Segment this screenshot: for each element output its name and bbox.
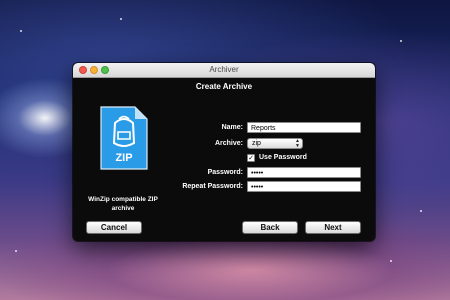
title-bar: Archiver [73,63,375,78]
select-arrows-icon: ▲ ▼ [295,138,300,149]
zip-file-icon: ZIP [100,106,148,170]
name-label: Name: [221,124,243,131]
zip-badge-text: ZIP [115,152,132,164]
archive-type-select[interactable]: zip ▲ ▼ [247,138,303,149]
star [390,260,392,262]
close-window-button[interactable] [79,66,87,74]
star [20,30,22,32]
back-button[interactable]: Back [242,221,298,234]
repeat-password-label: Repeat Password: [182,183,243,190]
next-button[interactable]: Next [305,221,361,234]
zoom-window-button[interactable] [101,66,109,74]
window-title: Archiver [209,65,239,74]
archive-type-value: zip [252,140,261,147]
star [15,250,17,252]
password-field[interactable]: ••••• [247,167,361,178]
minimize-window-button[interactable] [90,66,98,74]
password-label: Password: [207,169,243,176]
cancel-button[interactable]: Cancel [86,221,142,234]
repeat-password-field[interactable]: ••••• [247,181,361,192]
star [420,210,422,212]
star [400,40,402,42]
star [120,18,122,20]
archiver-window: Archiver Create Archive ZIP WinZip compa… [73,63,375,241]
use-password-checkbox[interactable]: ✓ [247,154,255,162]
dialog-header: Create Archive [195,82,253,91]
use-password-label: Use Password [259,154,307,161]
archive-label: Archive: [214,140,243,147]
name-field[interactable]: Reports [247,122,361,133]
archive-type-caption: WinZip compatible ZIP archive [88,196,158,212]
